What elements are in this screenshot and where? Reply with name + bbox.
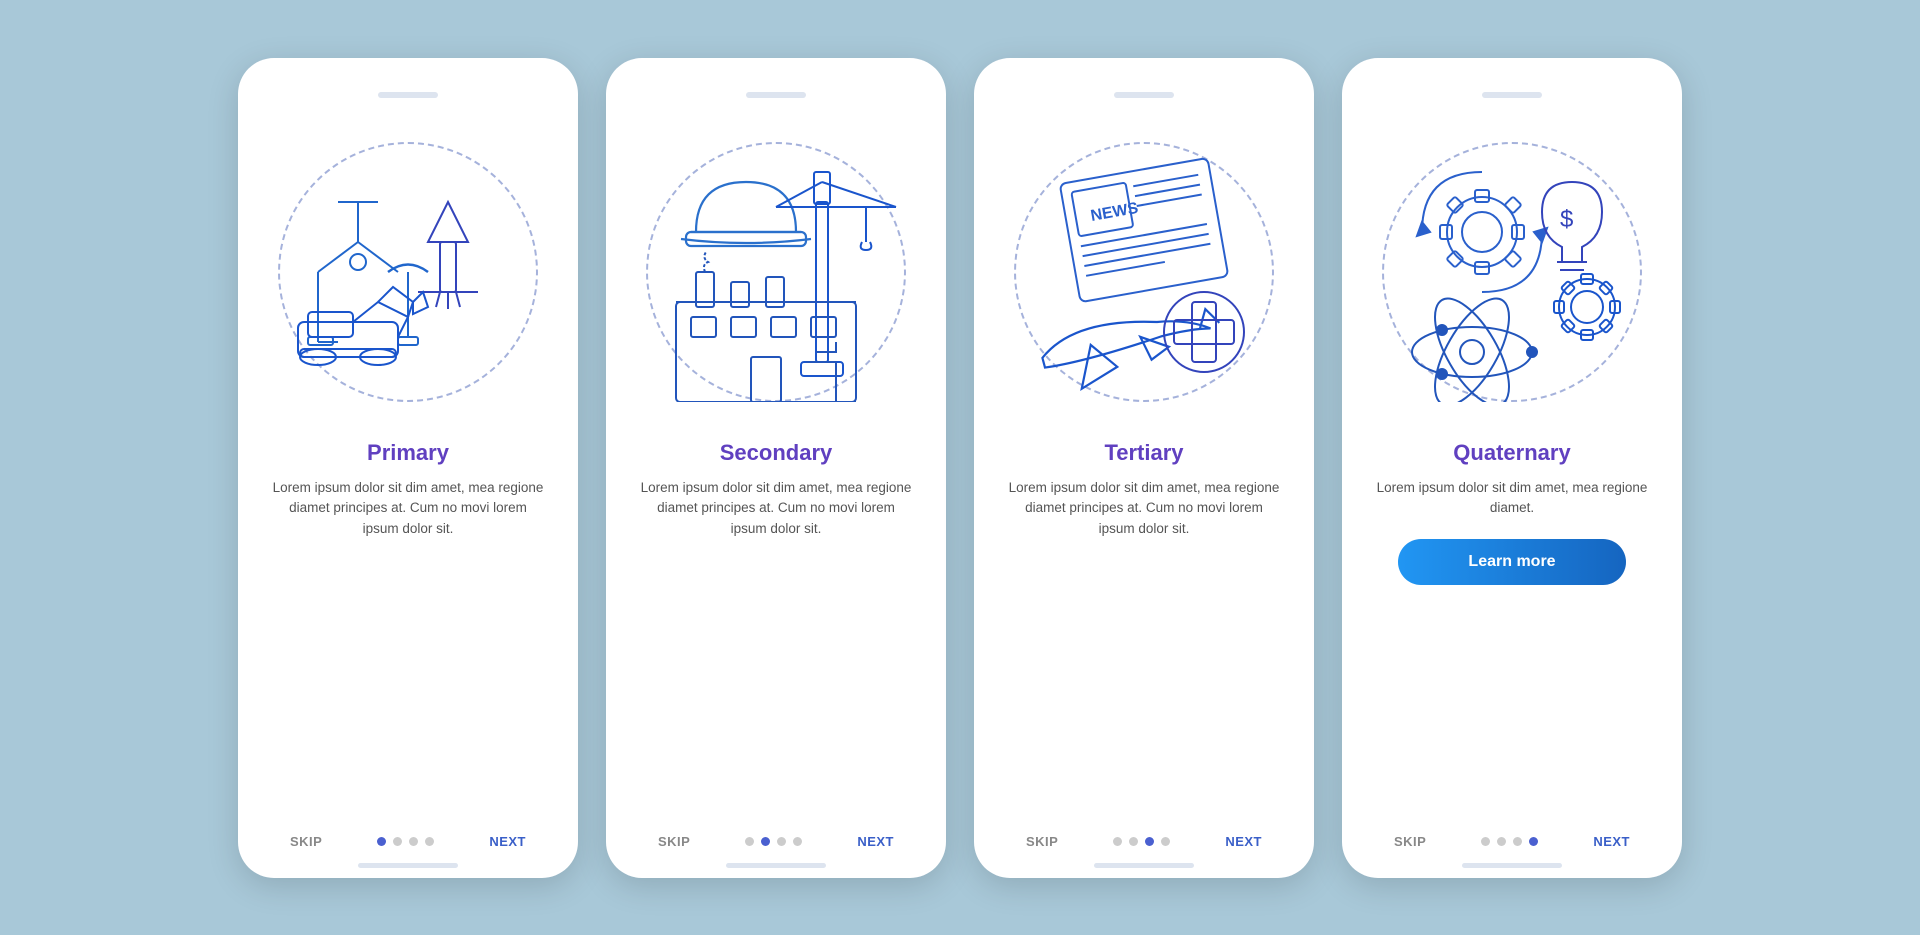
dot-2 bbox=[393, 837, 402, 846]
next-button-secondary[interactable]: NEXT bbox=[857, 834, 894, 849]
home-indicator bbox=[358, 863, 458, 868]
dots-quaternary bbox=[1481, 837, 1538, 846]
dot-1 bbox=[745, 837, 754, 846]
illustration-secondary bbox=[634, 112, 918, 432]
nav-bar-secondary: SKIP NEXT bbox=[634, 822, 918, 857]
skip-button-secondary[interactable]: SKIP bbox=[658, 834, 690, 849]
nav-bar-tertiary: SKIP NEXT bbox=[1002, 822, 1286, 857]
screen-body-primary: Lorem ipsum dolor sit dim amet, mea regi… bbox=[266, 478, 550, 541]
status-bar-3 bbox=[1002, 82, 1286, 104]
next-button-tertiary[interactable]: NEXT bbox=[1225, 834, 1262, 849]
speaker bbox=[378, 92, 438, 98]
skip-button-tertiary[interactable]: SKIP bbox=[1026, 834, 1058, 849]
nav-bar-quaternary: SKIP NEXT bbox=[1370, 822, 1654, 857]
dot-4 bbox=[425, 837, 434, 846]
screen-primary: Primary Lorem ipsum dolor sit dim amet, … bbox=[238, 58, 578, 878]
skip-button-primary[interactable]: SKIP bbox=[290, 834, 322, 849]
screen-quaternary: $ bbox=[1342, 58, 1682, 878]
nav-bar-primary: SKIP NEXT bbox=[266, 822, 550, 857]
screen-body-secondary: Lorem ipsum dolor sit dim amet, mea regi… bbox=[634, 478, 918, 541]
illustration-tertiary: NEWS bbox=[1002, 112, 1286, 432]
screen-title-primary: Primary bbox=[266, 440, 550, 466]
status-bar bbox=[266, 82, 550, 104]
skip-button-quaternary[interactable]: SKIP bbox=[1394, 834, 1426, 849]
secondary-svg bbox=[646, 142, 906, 402]
learn-more-button[interactable]: Learn more bbox=[1398, 539, 1625, 585]
icon-group-tertiary: NEWS bbox=[1014, 142, 1274, 402]
illustration-quaternary: $ bbox=[1370, 112, 1654, 432]
screen-body-quaternary: Lorem ipsum dolor sit dim amet, mea regi… bbox=[1370, 478, 1654, 520]
status-bar-2 bbox=[634, 82, 918, 104]
screen-tertiary: NEWS bbox=[974, 58, 1314, 878]
next-button-quaternary[interactable]: NEXT bbox=[1593, 834, 1630, 849]
dot-4 bbox=[1529, 837, 1538, 846]
dot-2 bbox=[1129, 837, 1138, 846]
svg-text:$: $ bbox=[1560, 206, 1573, 233]
dot-4 bbox=[1161, 837, 1170, 846]
dot-2 bbox=[1497, 837, 1506, 846]
speaker-4 bbox=[1482, 92, 1542, 98]
speaker-2 bbox=[746, 92, 806, 98]
dot-3 bbox=[1145, 837, 1154, 846]
home-indicator-2 bbox=[726, 863, 826, 868]
speaker-3 bbox=[1114, 92, 1174, 98]
home-indicator-3 bbox=[1094, 863, 1194, 868]
home-indicator-4 bbox=[1462, 863, 1562, 868]
screen-title-tertiary: Tertiary bbox=[1002, 440, 1286, 466]
primary-svg bbox=[278, 142, 538, 402]
icon-group-secondary bbox=[646, 142, 906, 402]
dots-tertiary bbox=[1113, 837, 1170, 846]
status-bar-4 bbox=[1370, 82, 1654, 104]
dots-primary bbox=[377, 837, 434, 846]
dot-1 bbox=[1113, 837, 1122, 846]
dot-3 bbox=[777, 837, 786, 846]
quaternary-svg: $ bbox=[1382, 142, 1642, 402]
screen-body-tertiary: Lorem ipsum dolor sit dim amet, mea regi… bbox=[1002, 478, 1286, 541]
next-button-primary[interactable]: NEXT bbox=[489, 834, 526, 849]
illustration-primary bbox=[266, 112, 550, 432]
screen-title-secondary: Secondary bbox=[634, 440, 918, 466]
icon-group-quaternary: $ bbox=[1382, 142, 1642, 402]
dot-3 bbox=[1513, 837, 1522, 846]
icon-group-primary bbox=[278, 142, 538, 402]
dot-2 bbox=[761, 837, 770, 846]
screen-secondary: Secondary Lorem ipsum dolor sit dim amet… bbox=[606, 58, 946, 878]
screen-title-quaternary: Quaternary bbox=[1370, 440, 1654, 466]
dot-1 bbox=[377, 837, 386, 846]
dots-secondary bbox=[745, 837, 802, 846]
tertiary-svg: NEWS bbox=[1014, 142, 1274, 402]
dot-3 bbox=[409, 837, 418, 846]
dot-1 bbox=[1481, 837, 1490, 846]
screens-container: Primary Lorem ipsum dolor sit dim amet, … bbox=[238, 58, 1682, 878]
dot-4 bbox=[793, 837, 802, 846]
